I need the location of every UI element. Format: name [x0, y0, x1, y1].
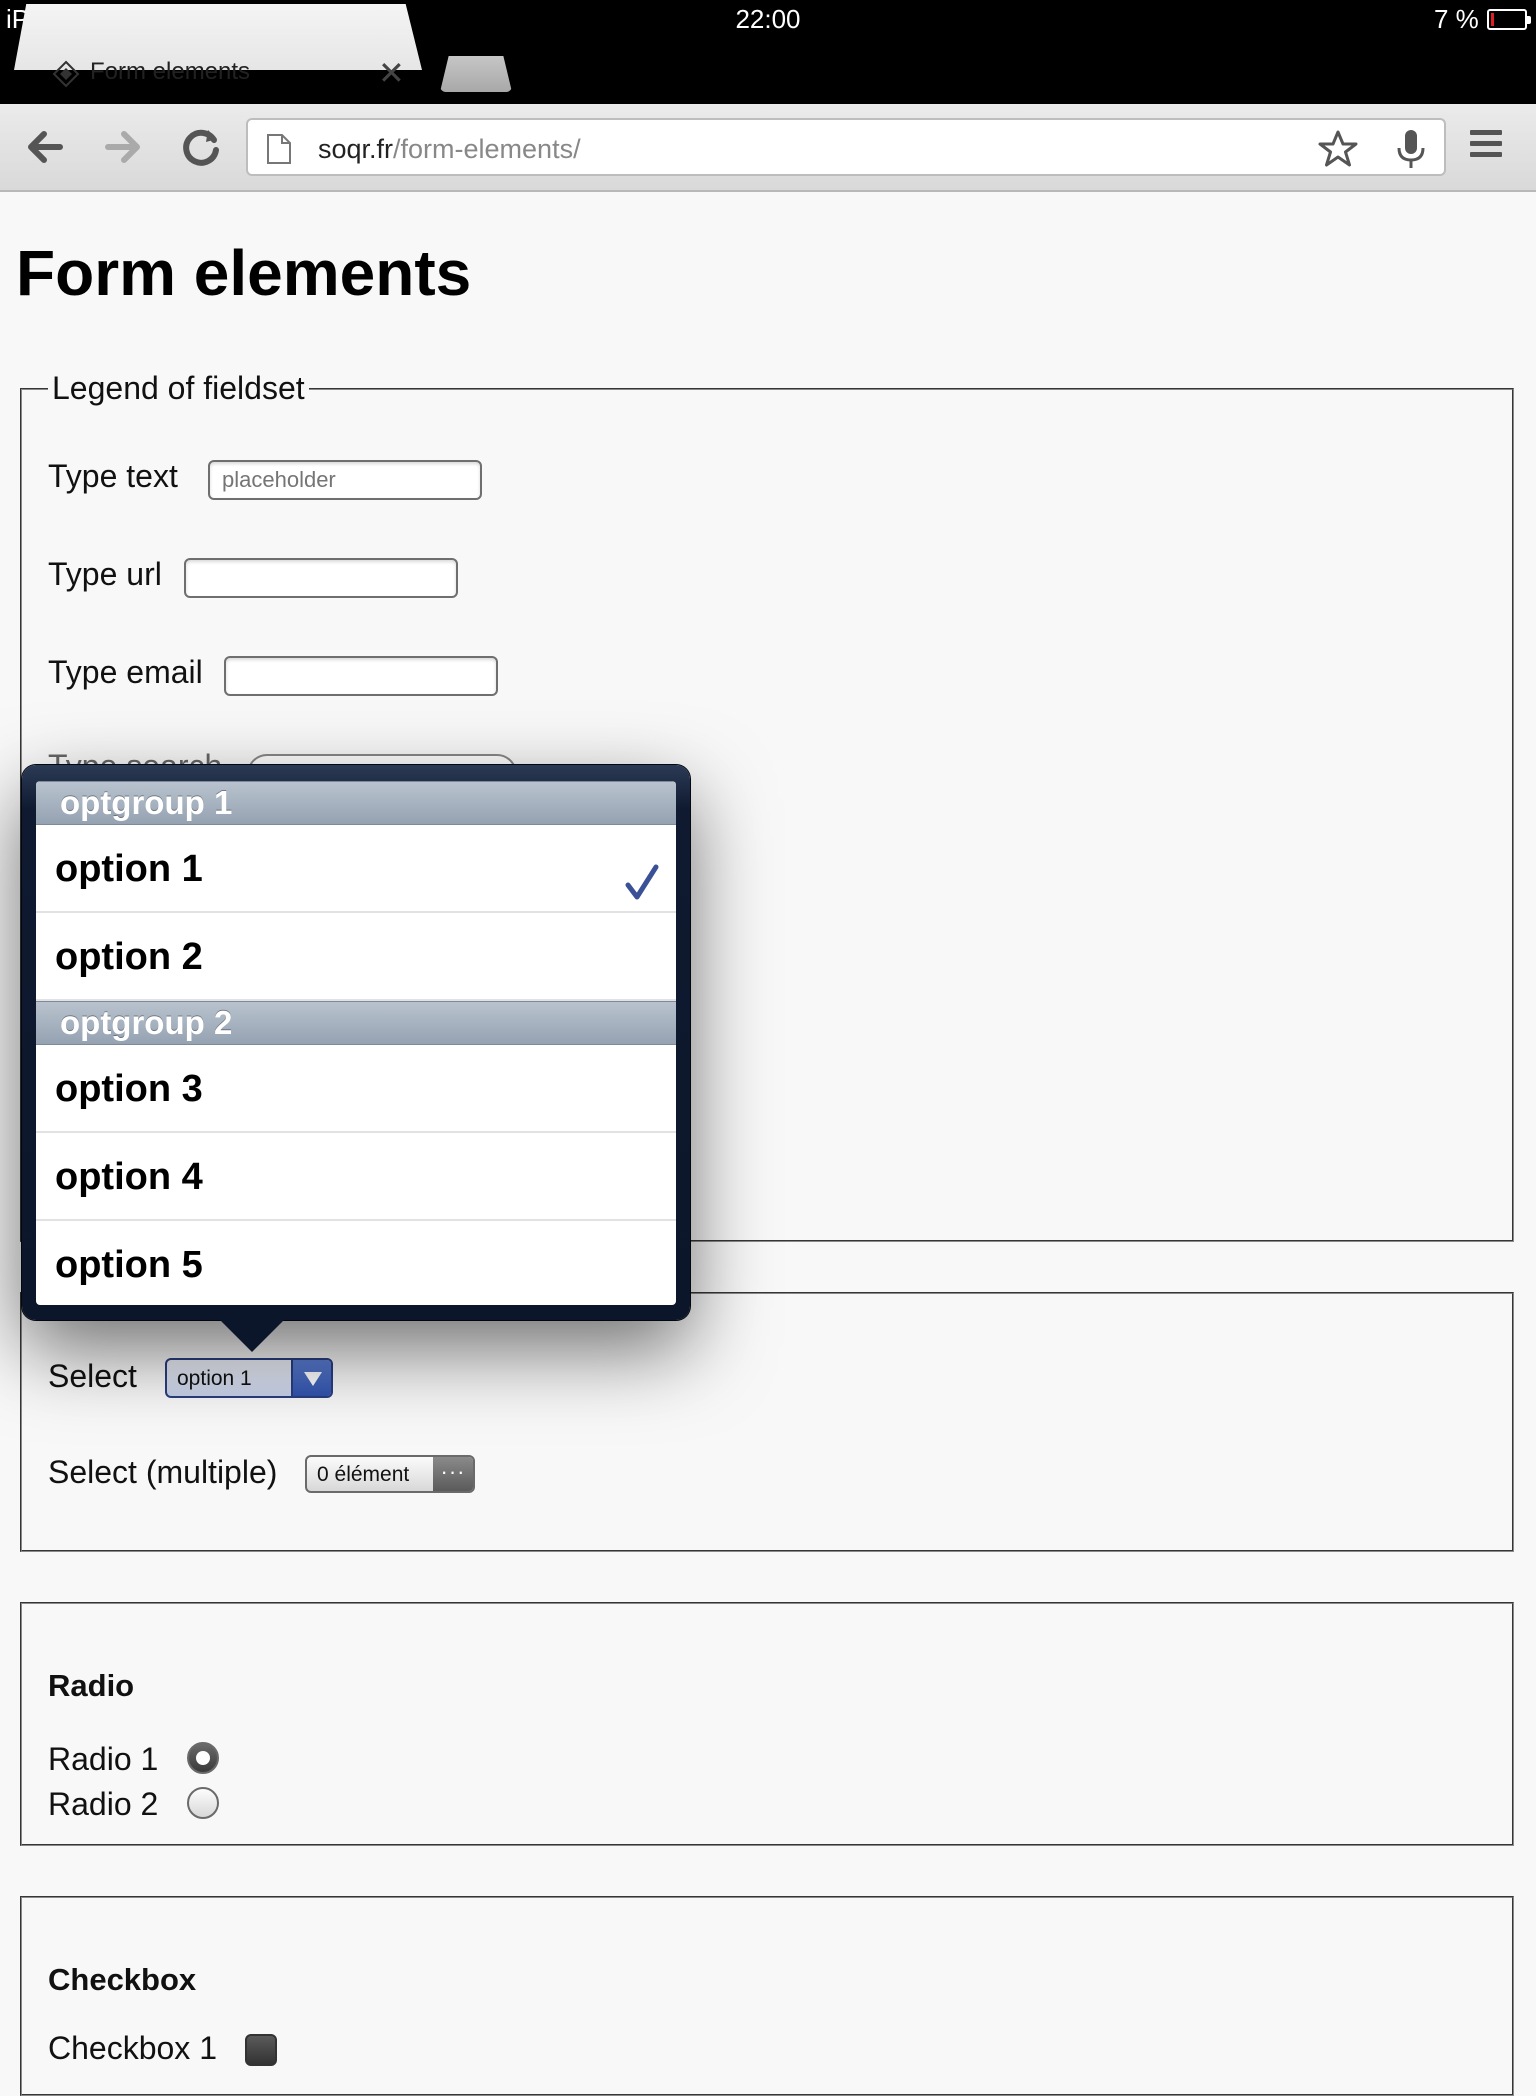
type-email-label: Type email: [48, 654, 203, 690]
checkmark-icon: [624, 847, 660, 900]
page-icon: [266, 133, 292, 170]
option-item-2[interactable]: option 2: [36, 913, 676, 1001]
fieldset-legend: Legend of fieldset: [52, 370, 305, 406]
radio-2-label: Radio 2: [48, 1786, 159, 1822]
checkbox-heading: Checkbox: [48, 1962, 197, 1997]
checkbox-1[interactable]: [245, 2034, 277, 2066]
battery-icon: [1487, 9, 1531, 30]
tab-title: Form elements: [90, 58, 251, 85]
type-url-input[interactable]: [184, 558, 458, 598]
reload-icon[interactable]: [176, 122, 226, 172]
type-email-input[interactable]: [224, 656, 498, 696]
option-label: option 5: [55, 1244, 203, 1286]
option-label: option 1: [55, 848, 203, 890]
fieldset-radio: [20, 1602, 1514, 1846]
select-popover: optgroup 1 option 1 option 2 optgroup 2 …: [22, 765, 690, 1320]
radio-heading: Radio: [48, 1668, 135, 1703]
back-arrow-icon[interactable]: [20, 122, 70, 172]
browser-toolbar: soqr.fr/form-elements/: [0, 104, 1536, 192]
chevron-down-icon: [291, 1360, 331, 1396]
select-label: Select: [48, 1358, 137, 1394]
optgroup-header: optgroup 2: [36, 1001, 676, 1045]
option-label: option 4: [55, 1156, 203, 1198]
close-tab-icon[interactable]: ✕: [378, 54, 405, 92]
bookmark-star-icon[interactable]: [1318, 130, 1358, 173]
ellipsis-icon: ···: [433, 1457, 473, 1491]
new-tab-button[interactable]: [440, 56, 512, 92]
optgroup-header: optgroup 1: [36, 781, 676, 825]
option-item-1[interactable]: option 1: [36, 825, 676, 913]
radio-1[interactable]: [187, 1742, 219, 1774]
type-text-input[interactable]: [208, 460, 482, 500]
forward-arrow-icon[interactable]: [98, 122, 148, 172]
fieldset-checkbox: [20, 1896, 1514, 2096]
select-value: option 1: [177, 1367, 252, 1390]
type-url-label: Type url: [48, 556, 162, 592]
type-text-label: Type text: [48, 458, 178, 494]
option-item-3[interactable]: option 3: [36, 1045, 676, 1133]
url-text: soqr.fr/form-elements/: [318, 134, 581, 165]
url-host: soqr.fr: [318, 134, 394, 164]
select-multiple-value: 0 élément: [317, 1463, 410, 1486]
option-item-4[interactable]: option 4: [36, 1133, 676, 1221]
select-options-list: optgroup 1 option 1 option 2 optgroup 2 …: [36, 781, 676, 1305]
popover-pointer: [218, 1318, 286, 1352]
radio-2[interactable]: [187, 1787, 219, 1819]
option-label: option 3: [55, 1068, 203, 1110]
checkbox-1-label: Checkbox 1: [48, 2030, 217, 2066]
option-item-5[interactable]: option 5: [36, 1221, 676, 1305]
battery-percent: 7 %: [1434, 4, 1479, 34]
select-multiple-dropdown[interactable]: 0 élément ···: [305, 1455, 475, 1493]
menu-icon[interactable]: [1470, 130, 1502, 163]
microphone-icon[interactable]: [1394, 128, 1428, 175]
select-multiple-label: Select (multiple): [48, 1454, 278, 1490]
site-favicon-icon: [52, 60, 80, 88]
select-dropdown[interactable]: option 1: [165, 1358, 333, 1398]
url-path: /form-elements/: [393, 134, 581, 164]
page-title: Form elements: [16, 237, 472, 309]
address-bar[interactable]: soqr.fr/form-elements/: [246, 118, 1446, 176]
option-label: option 2: [55, 936, 203, 978]
radio-1-label: Radio 1: [48, 1741, 159, 1777]
